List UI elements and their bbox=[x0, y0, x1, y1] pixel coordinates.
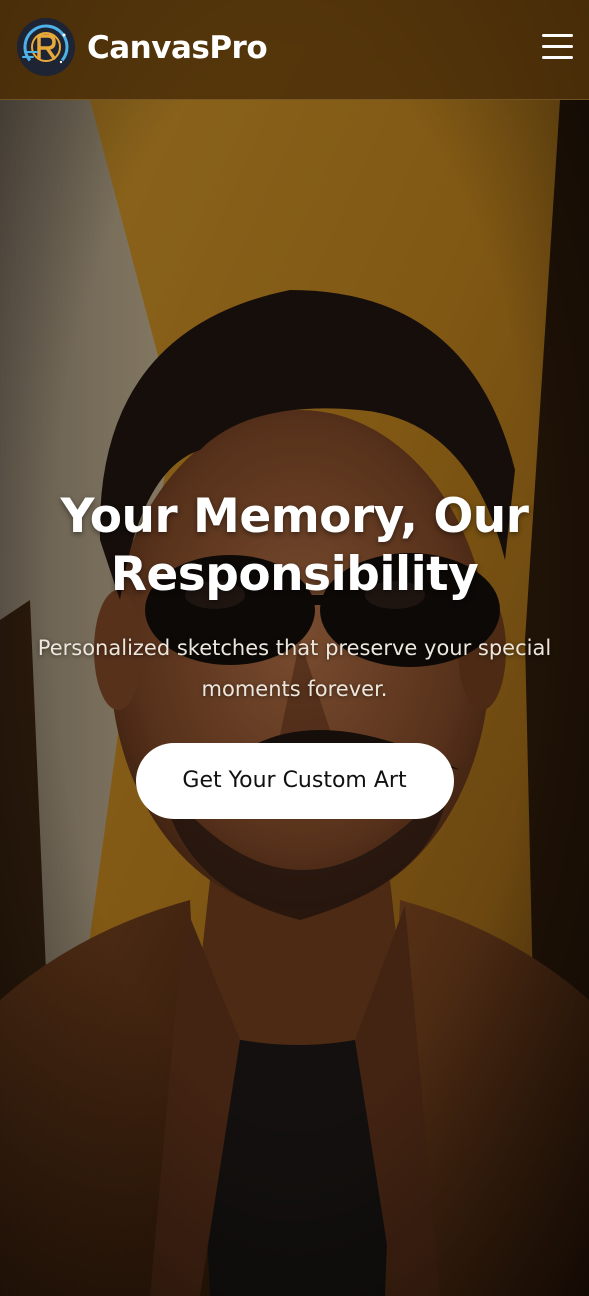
hero-subtitle: Personalized sketches that preserve your… bbox=[37, 636, 552, 701]
site-header: CanvasPro bbox=[0, 0, 589, 100]
canvaspro-logo-icon[interactable] bbox=[17, 18, 75, 76]
hero-title: Your Memory, Our Responsibility bbox=[60, 489, 529, 602]
page: CanvasPro Your Memory, Our Responsibilit… bbox=[0, 0, 589, 1296]
hero-section: Your Memory, Our Responsibility Personal… bbox=[0, 488, 589, 819]
menu-bar bbox=[542, 34, 573, 37]
get-custom-art-button[interactable]: Get Your Custom Art bbox=[135, 743, 454, 819]
menu-bar bbox=[542, 45, 573, 48]
brand-name[interactable]: CanvasPro bbox=[87, 28, 268, 68]
hamburger-menu-icon[interactable] bbox=[542, 34, 573, 60]
menu-bar bbox=[542, 56, 573, 59]
